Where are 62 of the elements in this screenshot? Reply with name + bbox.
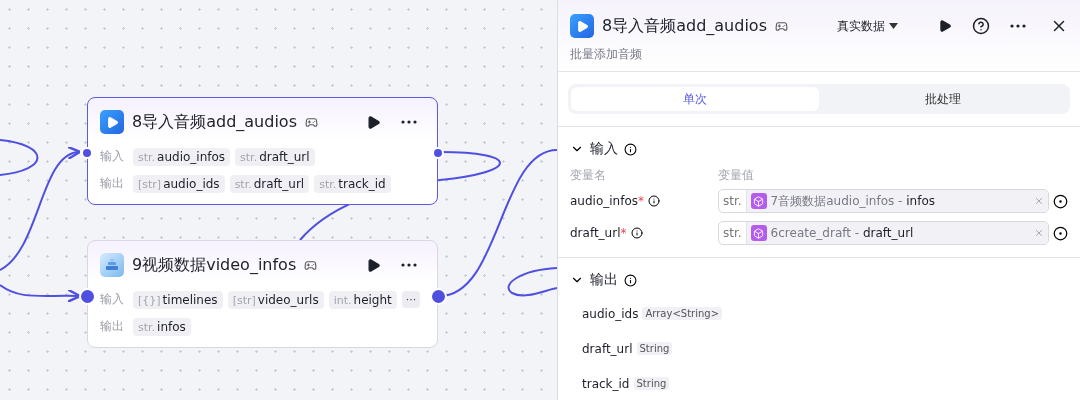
info-icon[interactable] <box>624 273 637 287</box>
data-mode-dropdown[interactable]: 真实数据 <box>831 16 904 36</box>
output-name: audio_ids <box>582 306 639 321</box>
node-title: 8导入音频add_audios <box>132 111 297 133</box>
column-header: 变量名 <box>570 166 607 184</box>
mode-tab[interactable]: 单次 <box>571 87 819 111</box>
column-header: 变量值 <box>718 166 754 184</box>
play-logo-icon <box>100 110 124 134</box>
node-title: 9视频数据video_infos <box>132 254 297 276</box>
workflow-node[interactable]: 8导入音频add_audios 输入 str. audio_infos str. draft_url 输出 [str] audio_ids str. draft_url str. track_id <box>87 97 438 205</box>
gamepad-icon <box>304 258 318 272</box>
required-mark: * <box>620 226 627 240</box>
parameter-chip: [{}] timelines <box>133 290 223 309</box>
parameter-chip: str. track_id <box>314 174 391 193</box>
gamepad-icon <box>304 115 318 129</box>
run-button[interactable] <box>366 114 381 130</box>
data-stack-icon <box>100 253 124 277</box>
target-icon[interactable] <box>1053 193 1068 209</box>
variable-name: draft_url <box>570 226 621 240</box>
cube-icon <box>750 193 767 209</box>
output-name: draft_url <box>582 341 633 356</box>
row-label: 输出 <box>100 318 125 335</box>
variable-name: audio_infos <box>570 194 638 208</box>
panel-title: 8导入音频add_audios <box>602 15 767 37</box>
parameter-chip: int. height <box>328 290 397 309</box>
parameter-chip: str. infos <box>133 317 191 336</box>
more-icon[interactable] <box>401 263 417 267</box>
workflow-node[interactable]: 9视频数据video_infos 输入 [{}] timelines [str] video_urls int. height ··· 输出 str. infos <box>87 240 438 348</box>
more-icon[interactable] <box>401 120 417 124</box>
more-parameters-button[interactable]: ··· <box>401 291 421 308</box>
section-title: 输入 <box>590 140 618 158</box>
type-tag: String <box>636 342 673 355</box>
required-mark: * <box>638 194 644 208</box>
run-button[interactable] <box>366 257 381 273</box>
node-description: 批量添加音频 <box>570 46 643 63</box>
parameter-chip: [str] audio_ids <box>133 174 225 193</box>
help-button[interactable] <box>972 17 990 35</box>
reference-field[interactable]: str. 6create_draft - draft_url <box>718 221 1049 245</box>
reference-field[interactable]: str. 7音频数据audio_infos - infos <box>718 189 1049 213</box>
section-title: 输出 <box>590 271 618 289</box>
caret-icon[interactable] <box>889 23 898 29</box>
type-tag: String <box>633 377 670 390</box>
info-icon[interactable] <box>630 227 643 239</box>
parameter-chip: str. draft_url <box>235 147 315 166</box>
more-icon[interactable] <box>1010 24 1026 28</box>
parameter-chip: str. audio_infos <box>133 147 231 166</box>
cube-icon <box>750 225 767 241</box>
play-logo-icon <box>570 14 594 38</box>
info-icon[interactable] <box>648 195 660 207</box>
input-port[interactable] <box>81 147 93 159</box>
row-label: 输入 <box>100 148 125 165</box>
row-label: 输入 <box>100 291 125 308</box>
info-icon[interactable] <box>624 142 637 156</box>
parameter-chip: [str] video_urls <box>227 290 324 309</box>
parameter-chip: str. draft_url <box>229 174 310 193</box>
row-label: 输出 <box>100 175 125 192</box>
run-button[interactable] <box>938 19 952 33</box>
mode-tab[interactable]: 批处理 <box>819 87 1067 111</box>
output-name: track_id <box>582 376 630 391</box>
target-icon[interactable] <box>1053 225 1068 241</box>
gamepad-icon <box>774 19 788 33</box>
type-tag: Array<String> <box>642 307 722 320</box>
